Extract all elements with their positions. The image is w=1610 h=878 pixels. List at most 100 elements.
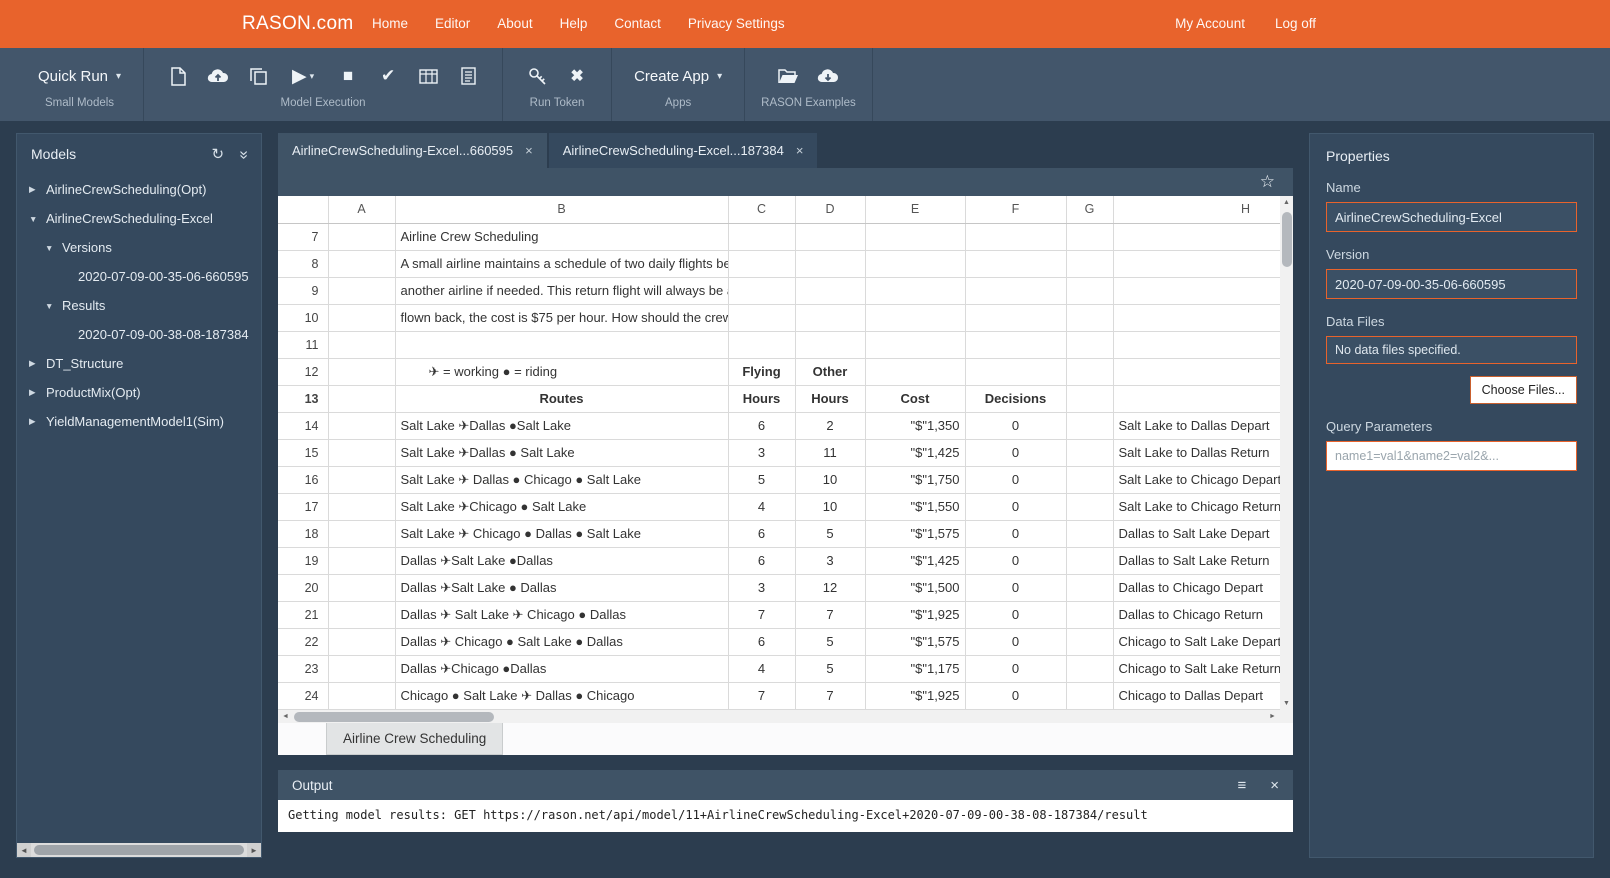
cell-B22[interactable]: Dallas ✈ Chicago ● Salt Lake ● Dallas bbox=[395, 628, 728, 655]
cell-C13[interactable]: Hours bbox=[728, 385, 795, 412]
row-header-17[interactable]: 17 bbox=[278, 493, 328, 520]
cell-H23[interactable]: Chicago to Salt Lake Return bbox=[1113, 655, 1280, 682]
cell-C7[interactable] bbox=[728, 223, 795, 250]
cell-H16[interactable]: Salt Lake to Chicago Depart bbox=[1113, 466, 1280, 493]
row-header-11[interactable]: 11 bbox=[278, 331, 328, 358]
cell-F19[interactable]: 0 bbox=[965, 547, 1066, 574]
cell-D9[interactable] bbox=[795, 277, 865, 304]
grid-vertical-scrollbar[interactable]: ▲ ▼ bbox=[1280, 196, 1293, 710]
cell-A10[interactable] bbox=[328, 304, 395, 331]
favorite-star-icon[interactable]: ☆ bbox=[1260, 172, 1275, 192]
cell-F24[interactable]: 0 bbox=[965, 682, 1066, 709]
cell-A14[interactable] bbox=[328, 412, 395, 439]
cell-B23[interactable]: Dallas ✈Chicago ●Dallas bbox=[395, 655, 728, 682]
cell-B10[interactable]: flown back, the cost is $75 per hour. Ho… bbox=[395, 304, 728, 331]
cell-A21[interactable] bbox=[328, 601, 395, 628]
column-header-h[interactable]: H bbox=[1113, 196, 1280, 223]
row-header-22[interactable]: 22 bbox=[278, 628, 328, 655]
cell-B18[interactable]: Salt Lake ✈ Chicago ● Dallas ● Salt Lake bbox=[395, 520, 728, 547]
caret-right-icon[interactable]: ▶ bbox=[29, 358, 46, 369]
new-model-button[interactable] bbox=[160, 59, 196, 93]
cell-D20[interactable]: 12 bbox=[795, 574, 865, 601]
cell-G12[interactable] bbox=[1066, 358, 1113, 385]
cell-A16[interactable] bbox=[328, 466, 395, 493]
cell-D14[interactable]: 2 bbox=[795, 412, 865, 439]
tree-item-airlinecrewscheduling-opt[interactable]: ▶AirlineCrewScheduling(Opt) bbox=[17, 175, 261, 204]
quick-run-button[interactable]: Quick Run ▾ bbox=[32, 64, 127, 89]
column-header-d[interactable]: D bbox=[795, 196, 865, 223]
cell-F10[interactable] bbox=[965, 304, 1066, 331]
cell-A11[interactable] bbox=[328, 331, 395, 358]
cell-C19[interactable]: 6 bbox=[728, 547, 795, 574]
cell-G13[interactable] bbox=[1066, 385, 1113, 412]
cell-C21[interactable]: 7 bbox=[728, 601, 795, 628]
cell-D10[interactable] bbox=[795, 304, 865, 331]
cell-G20[interactable] bbox=[1066, 574, 1113, 601]
download-example-button[interactable] bbox=[810, 59, 846, 93]
cell-C15[interactable]: 3 bbox=[728, 439, 795, 466]
row-header-8[interactable]: 8 bbox=[278, 250, 328, 277]
scroll-left-icon[interactable]: ◄ bbox=[279, 710, 292, 723]
cell-F21[interactable]: 0 bbox=[965, 601, 1066, 628]
cell-A8[interactable] bbox=[328, 250, 395, 277]
cell-E8[interactable] bbox=[865, 250, 965, 277]
version-input[interactable] bbox=[1326, 269, 1577, 299]
cell-B14[interactable]: Salt Lake ✈Dallas ●Salt Lake bbox=[395, 412, 728, 439]
column-header-g[interactable]: G bbox=[1066, 196, 1113, 223]
cell-A12[interactable] bbox=[328, 358, 395, 385]
cell-B16[interactable]: Salt Lake ✈ Dallas ● Chicago ● Salt Lake bbox=[395, 466, 728, 493]
cell-D13[interactable]: Hours bbox=[795, 385, 865, 412]
cell-F18[interactable]: 0 bbox=[965, 520, 1066, 547]
scrollbar-thumb[interactable] bbox=[1282, 212, 1292, 267]
cell-E10[interactable] bbox=[865, 304, 965, 331]
cell-H22[interactable]: Chicago to Salt Lake Depart bbox=[1113, 628, 1280, 655]
cell-A9[interactable] bbox=[328, 277, 395, 304]
cell-B13[interactable]: Routes bbox=[395, 385, 728, 412]
cell-A20[interactable] bbox=[328, 574, 395, 601]
caret-down-icon[interactable]: ▼ bbox=[45, 301, 62, 311]
get-run-token-button[interactable] bbox=[519, 59, 555, 93]
cell-B21[interactable]: Dallas ✈ Salt Lake ✈ Chicago ● Dallas bbox=[395, 601, 728, 628]
cell-H18[interactable]: Dallas to Salt Lake Depart bbox=[1113, 520, 1280, 547]
cell-G16[interactable] bbox=[1066, 466, 1113, 493]
cell-H12[interactable] bbox=[1113, 358, 1280, 385]
cell-E7[interactable] bbox=[865, 223, 965, 250]
check-model-button[interactable]: ✔ bbox=[370, 59, 406, 93]
cell-C24[interactable]: 7 bbox=[728, 682, 795, 709]
cell-B20[interactable]: Dallas ✈Salt Lake ● Dallas bbox=[395, 574, 728, 601]
cell-C10[interactable] bbox=[728, 304, 795, 331]
cell-F22[interactable]: 0 bbox=[965, 628, 1066, 655]
models-horizontal-scrollbar[interactable]: ◄ ► bbox=[17, 843, 261, 857]
view-log-button[interactable] bbox=[450, 59, 486, 93]
tree-item-2020-07-09-00-35-06-660595[interactable]: 2020-07-09-00-35-06-660595 bbox=[17, 262, 261, 291]
cell-F7[interactable] bbox=[965, 223, 1066, 250]
row-header-23[interactable]: 23 bbox=[278, 655, 328, 682]
cell-D16[interactable]: 10 bbox=[795, 466, 865, 493]
cell-F12[interactable] bbox=[965, 358, 1066, 385]
cell-D8[interactable] bbox=[795, 250, 865, 277]
tab-airlinecrewscheduling-excel-660595[interactable]: AirlineCrewScheduling-Excel...660595× bbox=[278, 133, 547, 168]
sheet-tab-airline-crew-scheduling[interactable]: Airline Crew Scheduling bbox=[326, 723, 503, 755]
tree-item-productmix-opt[interactable]: ▶ProductMix(Opt) bbox=[17, 378, 261, 407]
column-header-c[interactable]: C bbox=[728, 196, 795, 223]
choose-files-button[interactable]: Choose Files... bbox=[1470, 376, 1577, 404]
cell-C12[interactable]: Flying bbox=[728, 358, 795, 385]
cell-G19[interactable] bbox=[1066, 547, 1113, 574]
cell-B9[interactable]: another airline if needed. This return f… bbox=[395, 277, 728, 304]
cell-D12[interactable]: Other bbox=[795, 358, 865, 385]
cell-F17[interactable]: 0 bbox=[965, 493, 1066, 520]
menu-icon[interactable]: ≡ bbox=[1237, 777, 1246, 794]
cell-G9[interactable] bbox=[1066, 277, 1113, 304]
cell-F15[interactable]: 0 bbox=[965, 439, 1066, 466]
cell-E17[interactable]: "$"1,550 bbox=[865, 493, 965, 520]
cell-A17[interactable] bbox=[328, 493, 395, 520]
cell-E16[interactable]: "$"1,750 bbox=[865, 466, 965, 493]
tree-item-2020-07-09-00-38-08-187384[interactable]: 2020-07-09-00-38-08-187384 bbox=[17, 320, 261, 349]
cell-G14[interactable] bbox=[1066, 412, 1113, 439]
cell-D18[interactable]: 5 bbox=[795, 520, 865, 547]
scroll-up-icon[interactable]: ▲ bbox=[1280, 196, 1293, 209]
cell-H21[interactable]: Dallas to Chicago Return bbox=[1113, 601, 1280, 628]
tree-item-airlinecrewscheduling-excel[interactable]: ▼AirlineCrewScheduling-Excel bbox=[17, 204, 261, 233]
cell-F16[interactable]: 0 bbox=[965, 466, 1066, 493]
cell-B24[interactable]: Chicago ● Salt Lake ✈ Dallas ● Chicago bbox=[395, 682, 728, 709]
